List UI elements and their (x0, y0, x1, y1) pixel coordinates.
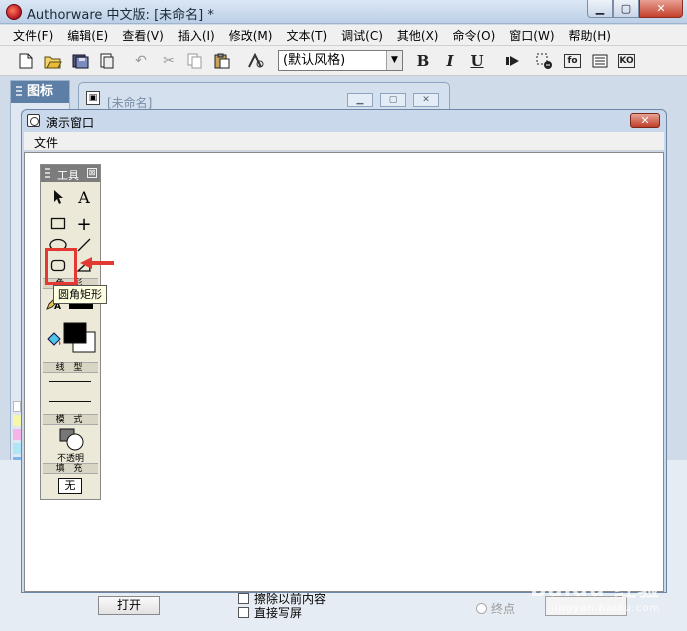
app-title: Authorware 中文版: [未命名] * (27, 8, 214, 23)
text-style-value: (默认风格) (283, 53, 346, 68)
presentation-menu-bar: 文件 (24, 132, 664, 151)
red-arrow-icon (80, 257, 114, 269)
design-minimize-button[interactable]: ▁ (347, 93, 373, 107)
rounded-rectangle-highlight (45, 248, 77, 285)
watermark-sub: jingyan.baidu.com (550, 603, 661, 614)
line-section-label: 线 型 (43, 362, 98, 373)
title-bar: Authorware 中文版: [未命名] * ▁ ▢ ✕ (0, 0, 687, 24)
new-file-icon[interactable] (16, 51, 36, 71)
text-style-select[interactable]: (默认风格) ▼ (278, 50, 403, 71)
fill-color-swatch[interactable] (63, 322, 97, 354)
tool-tooltip: 圆角矩形 (53, 285, 107, 304)
watermark-main: Baidu 经验 (530, 577, 661, 602)
control-panel-icon[interactable] (535, 51, 555, 71)
menu-window[interactable]: 窗口(W) (502, 27, 561, 44)
knowledge-objects-button[interactable]: KO (618, 54, 635, 68)
menu-text[interactable]: 文本(T) (279, 27, 334, 44)
minimize-button[interactable]: ▁ (587, 0, 613, 18)
paste-icon[interactable] (212, 51, 232, 71)
color-swatch[interactable] (13, 443, 21, 454)
radio-circle[interactable] (476, 603, 487, 614)
direct-to-screen-label: 直接写屏 (254, 606, 303, 620)
design-maximize-button[interactable]: ▢ (380, 93, 406, 107)
opaque-mode-icon[interactable] (58, 427, 84, 451)
color-swatch[interactable] (13, 415, 21, 426)
rectangle-tool-icon[interactable] (47, 214, 69, 234)
direct-to-screen-checkbox[interactable]: 直接写屏 (238, 604, 302, 621)
fill-pattern-none[interactable]: 无 (58, 478, 82, 494)
presentation-menu-file[interactable]: 文件 (34, 134, 58, 151)
flowline-icon: ▣ (86, 91, 100, 105)
menu-file[interactable]: 文件(F) (6, 27, 60, 44)
menu-other[interactable]: 其他(X) (390, 27, 446, 44)
tools-close-icon[interactable]: ⊠ (87, 168, 97, 178)
mode-section-label: 模 式 (43, 414, 98, 425)
toolbar: ↶ ✂ (默认风格) ▼ B I U fo KO (0, 46, 687, 76)
functions-button[interactable]: fo (564, 54, 581, 68)
presentation-close-button[interactable]: ✕ (630, 113, 660, 128)
find-icon[interactable] (246, 51, 266, 71)
fill-bucket-icon[interactable] (43, 330, 65, 350)
color-swatch[interactable] (13, 401, 21, 412)
icons-panel-title: 图标 (11, 81, 69, 103)
presentation-title-bar: 演示窗口 ✕ (22, 110, 666, 132)
close-button[interactable]: ✕ (639, 0, 683, 18)
open-folder-icon[interactable] (43, 51, 63, 71)
checkbox-box[interactable] (238, 607, 249, 618)
line-style-medium[interactable] (49, 401, 91, 402)
save-all-icon[interactable] (71, 51, 91, 71)
cut-icon[interactable]: ✂ (159, 51, 179, 71)
authorware-logo-icon (6, 4, 22, 20)
line-style-thin[interactable] (49, 381, 91, 382)
presentation-window: 演示窗口 ✕ 文件 (21, 109, 667, 593)
tools-palette-header[interactable]: 工具 ⊠ (41, 165, 100, 182)
italic-button[interactable]: I (440, 51, 460, 71)
presentation-canvas[interactable] (24, 152, 664, 592)
underline-button[interactable]: U (467, 51, 487, 71)
menu-edit[interactable]: 编辑(E) (60, 27, 115, 44)
straight-line-tool-icon[interactable]: + (73, 214, 95, 235)
chevron-down-icon[interactable]: ▼ (386, 51, 402, 70)
variables-icon[interactable] (590, 51, 610, 71)
presentation-title: 演示窗口 (46, 116, 95, 130)
tools-palette-title: 工具 (57, 169, 79, 182)
menu-debug[interactable]: 调试(C) (334, 27, 390, 44)
fill-section-label: 填 充 (43, 463, 98, 474)
text-tool-icon[interactable]: A (73, 187, 95, 207)
window-controls: ▁ ▢ ✕ (587, 0, 683, 18)
baidu-watermark: Baidu 经验 jingyan.baidu.com (530, 571, 660, 614)
pointer-tool-icon[interactable] (47, 187, 69, 207)
menu-view[interactable]: 查看(V) (115, 27, 171, 44)
restart-icon[interactable] (503, 51, 523, 71)
menu-command[interactable]: 命令(O) (445, 27, 502, 44)
bold-button[interactable]: B (413, 51, 433, 71)
menu-help[interactable]: 帮助(H) (562, 27, 618, 44)
import-icon[interactable] (97, 51, 117, 71)
menu-bar: 文件(F) 编辑(E) 查看(V) 插入(I) 修改(M) 文本(T) 调试(C… (0, 25, 687, 46)
design-close-button[interactable]: ✕ (413, 93, 439, 107)
color-swatch[interactable] (13, 429, 21, 440)
endpoint-radio[interactable]: 终点 (476, 600, 515, 617)
tools-palette: 工具 ⊠ A + 色 彩 A 线 型 模 式 不透明 填 充 无 (40, 164, 101, 500)
checkbox-box[interactable] (238, 593, 249, 604)
presentation-window-icon (27, 114, 40, 127)
menu-modify[interactable]: 修改(M) (222, 27, 280, 44)
endpoint-label: 终点 (491, 602, 516, 616)
copy-icon[interactable] (185, 51, 205, 71)
menu-insert[interactable]: 插入(I) (171, 27, 222, 44)
maximize-button[interactable]: ▢ (613, 0, 639, 18)
open-button[interactable]: 打开 (98, 596, 160, 615)
authorware-app: Authorware 中文版: [未命名] * ▁ ▢ ✕ 文件(F) 编辑(E… (0, 0, 687, 631)
undo-icon[interactable]: ↶ (131, 51, 151, 71)
